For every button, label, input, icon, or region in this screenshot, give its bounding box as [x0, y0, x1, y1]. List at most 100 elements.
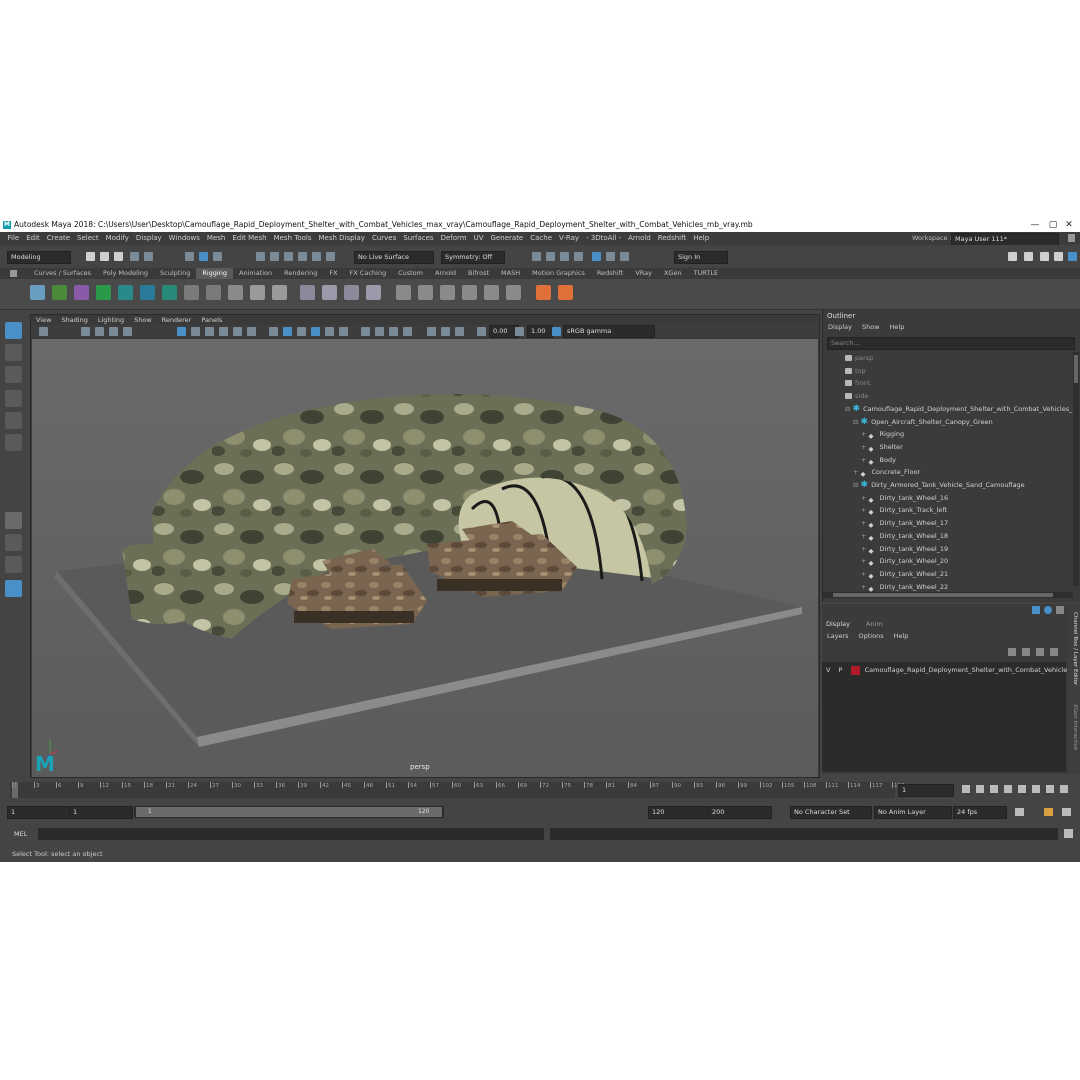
select-hierarchy-icon[interactable]	[185, 252, 194, 261]
tab-display[interactable]: Display	[826, 620, 850, 628]
play-backwards-icon[interactable]	[1004, 785, 1012, 793]
channel-box-layer-editor-tab[interactable]: Channel Box / Layer Editor	[1070, 612, 1078, 692]
menu-windows[interactable]: Windows	[165, 232, 203, 245]
snap-surface-icon[interactable]	[312, 252, 321, 261]
sign-in-button[interactable]: Sign In	[674, 251, 728, 264]
undo-icon[interactable]	[130, 252, 139, 261]
menu-modify[interactable]: Modify	[102, 232, 132, 245]
viewport-menu-panels[interactable]: Panels	[196, 315, 227, 325]
gamma-field[interactable]: 1.00	[527, 325, 553, 338]
exposure-icon[interactable]	[477, 327, 486, 336]
redo-icon[interactable]	[144, 252, 153, 261]
outliner-item[interactable]: + ◆ Concrete_Floor	[853, 466, 920, 478]
current-time-indicator[interactable]	[12, 782, 18, 798]
outliner-menu-help[interactable]: Help	[885, 322, 910, 332]
ik-handle-icon[interactable]	[52, 285, 67, 300]
snap-curve-icon[interactable]	[270, 252, 279, 261]
anim-layer-select[interactable]: No Anim Layer	[874, 806, 952, 819]
playback-start-field[interactable]: 1	[69, 806, 133, 819]
expand-toggle-icon[interactable]: +	[853, 468, 861, 476]
current-frame-field[interactable]: 1	[898, 784, 954, 797]
ambient-occlusion-icon[interactable]	[361, 327, 370, 336]
live-surface-field[interactable]: No Live Surface	[354, 251, 434, 264]
shelf-tab-arnold[interactable]: Arnold	[429, 268, 462, 279]
mirror-weights-icon[interactable]	[140, 285, 155, 300]
layer-menu-help[interactable]: Help	[889, 631, 914, 641]
render-icon[interactable]	[532, 252, 541, 261]
wireframe-icon[interactable]	[269, 327, 278, 336]
select-object-icon[interactable]	[199, 252, 208, 261]
menu-v-ray[interactable]: V-Ray	[556, 232, 583, 245]
expand-toggle-icon[interactable]: +	[861, 532, 869, 540]
safe-action-icon[interactable]	[247, 327, 256, 336]
scale-constraint-icon[interactable]	[344, 285, 359, 300]
menu-display[interactable]: Display	[132, 232, 165, 245]
outliner-menu-show[interactable]: Show	[857, 322, 885, 332]
orient-constraint-icon[interactable]	[322, 285, 337, 300]
mode-select[interactable]: Modeling	[7, 251, 71, 264]
menu-curves[interactable]: Curves	[368, 232, 399, 245]
use-lights-icon[interactable]	[325, 327, 334, 336]
outliner-item[interactable]: + ◆ Shelter	[861, 441, 903, 453]
menu-surfaces[interactable]: Surfaces	[400, 232, 437, 245]
viewport-menu-renderer[interactable]: Renderer	[157, 315, 197, 325]
shadows-icon[interactable]	[339, 327, 348, 336]
step-back-key-icon[interactable]	[976, 785, 984, 793]
auto-key-icon[interactable]	[1044, 808, 1053, 816]
new-layer-icon[interactable]	[1036, 648, 1044, 656]
snap-grid-icon[interactable]	[256, 252, 265, 261]
rotate-tool-icon[interactable]	[5, 412, 22, 429]
outliner-item[interactable]: + ◆ Dirty_tank_Wheel_18	[861, 530, 948, 542]
shelf-tab-bifrost[interactable]: Bifrost	[462, 268, 495, 279]
anti-aliasing-icon[interactable]	[389, 327, 398, 336]
playback-end-field[interactable]: 120	[648, 806, 710, 819]
layer-menu-layers[interactable]: Layers	[822, 631, 854, 641]
blend-shape-icon[interactable]	[184, 285, 199, 300]
shelf-tab-sculpting[interactable]: Sculpting	[154, 268, 196, 279]
field-chart-icon[interactable]	[233, 327, 242, 336]
loop-icon[interactable]	[1015, 808, 1024, 816]
outliner-item[interactable]: top	[845, 365, 866, 377]
two-d-pan-icon[interactable]	[123, 327, 132, 336]
paint-weights-icon[interactable]	[118, 285, 133, 300]
layer-move-down-icon[interactable]	[1022, 648, 1030, 656]
layer-visibility-toggle[interactable]: V	[826, 666, 830, 674]
menu-mesh[interactable]: Mesh	[203, 232, 228, 245]
select-tool-icon[interactable]	[5, 322, 22, 339]
expand-toggle-icon[interactable]: +	[861, 545, 869, 553]
single-perspective-layout-icon[interactable]	[5, 512, 22, 529]
viewport-menu-view[interactable]: View	[31, 315, 56, 325]
menu-redshift[interactable]: Redshift	[654, 232, 689, 245]
menu-help[interactable]: Help	[690, 232, 713, 245]
nonlinear-twist-icon[interactable]	[462, 285, 477, 300]
snap-point-icon[interactable]	[284, 252, 293, 261]
bookmark-icon[interactable]	[95, 327, 104, 336]
outliner-item[interactable]: side	[845, 390, 868, 402]
quick-rig-icon[interactable]	[272, 285, 287, 300]
channel-box-icon[interactable]	[1032, 606, 1040, 614]
menu-edit[interactable]: Edit	[23, 232, 44, 245]
vray-ipr-icon[interactable]	[606, 252, 615, 261]
hypershade-icon[interactable]	[574, 252, 583, 261]
point-constraint-icon[interactable]	[300, 285, 315, 300]
save-scene-icon[interactable]	[114, 252, 123, 261]
layer-name[interactable]: Camouflage_Rapid_Deployment_Shelter_with…	[865, 666, 1068, 674]
vray-locator-icon[interactable]	[558, 285, 573, 300]
layer-editor-toggle-icon[interactable]	[1068, 252, 1077, 261]
expand-toggle-icon[interactable]: +	[861, 430, 869, 438]
two-pane-layout-icon[interactable]	[5, 556, 22, 573]
outliner-item[interactable]: + ◆ Dirty_tank_Wheel_20	[861, 555, 948, 567]
outliner-scrollbar[interactable]	[1073, 352, 1079, 586]
outliner-item[interactable]: + ◆ Dirty_tank_Wheel_21	[861, 568, 948, 580]
shelf-tab-custom[interactable]: Custom	[392, 268, 429, 279]
layer-move-up-icon[interactable]	[1008, 648, 1016, 656]
shelf-tab-fx[interactable]: FX	[323, 268, 343, 279]
shelf-settings-icon[interactable]	[10, 270, 17, 277]
depth-of-field-icon[interactable]	[403, 327, 412, 336]
expand-toggle-icon[interactable]: +	[861, 443, 869, 451]
outliner-layout-icon[interactable]	[5, 580, 22, 597]
layer-color-swatch[interactable]	[850, 665, 860, 675]
select-component-icon[interactable]	[213, 252, 222, 261]
time-ruler[interactable]: 1369121518212427303336394245485154576063…	[10, 782, 905, 798]
shelf-tab-redshift[interactable]: Redshift	[591, 268, 629, 279]
